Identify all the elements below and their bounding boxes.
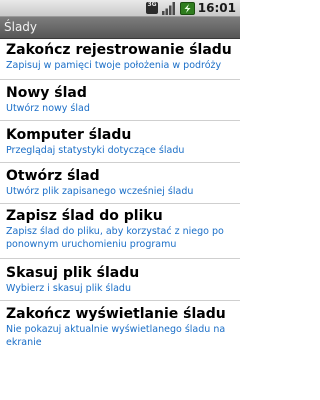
signal-bars-icon bbox=[162, 2, 175, 15]
menu-item-save-track[interactable]: Zapisz ślad do pliku Zapisz ślad do plik… bbox=[0, 204, 240, 259]
battery-charging-icon bbox=[180, 2, 195, 15]
menu-item-new-track[interactable]: Nowy ślad Utwórz nowy ślad bbox=[0, 80, 240, 121]
screen-title: Ślady bbox=[4, 20, 38, 34]
menu-item-description: Nie pokazuj aktualnie wyświetlanego ślad… bbox=[6, 324, 226, 348]
menu-item-description: Zapisz ślad do pliku, aby korzystać z ni… bbox=[6, 226, 224, 250]
menu-item-title: Skasuj plik śladu bbox=[6, 265, 140, 281]
menu-item-track-computer[interactable]: Komputer śladu Przeglądaj statystyki dot… bbox=[0, 121, 240, 163]
menu-item-description: Utwórz plik zapisanego wcześniej śladu bbox=[6, 186, 194, 197]
menu-item-hide-track[interactable]: Zakończ wyświetlanie śladu Nie pokazuj a… bbox=[0, 301, 240, 358]
menu-list: Zakończ rejestrowanie śladu Zapisuj w pa… bbox=[0, 39, 240, 358]
menu-item-delete-track-file[interactable]: Skasuj plik śladu Wybierz i skasuj plik … bbox=[0, 259, 240, 301]
menu-item-open-track[interactable]: Otwórz ślad Utwórz plik zapisanego wcześ… bbox=[0, 163, 240, 204]
menu-item-title: Nowy ślad bbox=[6, 85, 87, 101]
menu-item-title: Zapisz ślad do pliku bbox=[6, 208, 163, 224]
menu-item-title: Otwórz ślad bbox=[6, 168, 100, 184]
menu-item-description: Wybierz i skasuj plik śladu bbox=[6, 283, 131, 294]
menu-item-title: Komputer śladu bbox=[6, 127, 132, 143]
menu-item-stop-recording[interactable]: Zakończ rejestrowanie śladu Zapisuj w pa… bbox=[0, 39, 240, 80]
menu-item-description: Zapisuj w pamięci twoje położenia w podr… bbox=[6, 60, 222, 71]
title-bar: Ślady bbox=[0, 17, 240, 39]
network-type-label: 3G bbox=[147, 1, 157, 8]
menu-item-description: Przeglądaj statystyki dotyczące śladu bbox=[6, 145, 185, 156]
network-3g-icon: 3G bbox=[146, 2, 158, 14]
clock: 16:01 bbox=[197, 1, 236, 15]
menu-item-title: Zakończ rejestrowanie śladu bbox=[6, 42, 232, 58]
menu-item-description: Utwórz nowy ślad bbox=[6, 103, 90, 114]
status-bar: 3G 16:01 bbox=[0, 0, 240, 17]
menu-item-title: Zakończ wyświetlanie śladu bbox=[6, 306, 226, 322]
